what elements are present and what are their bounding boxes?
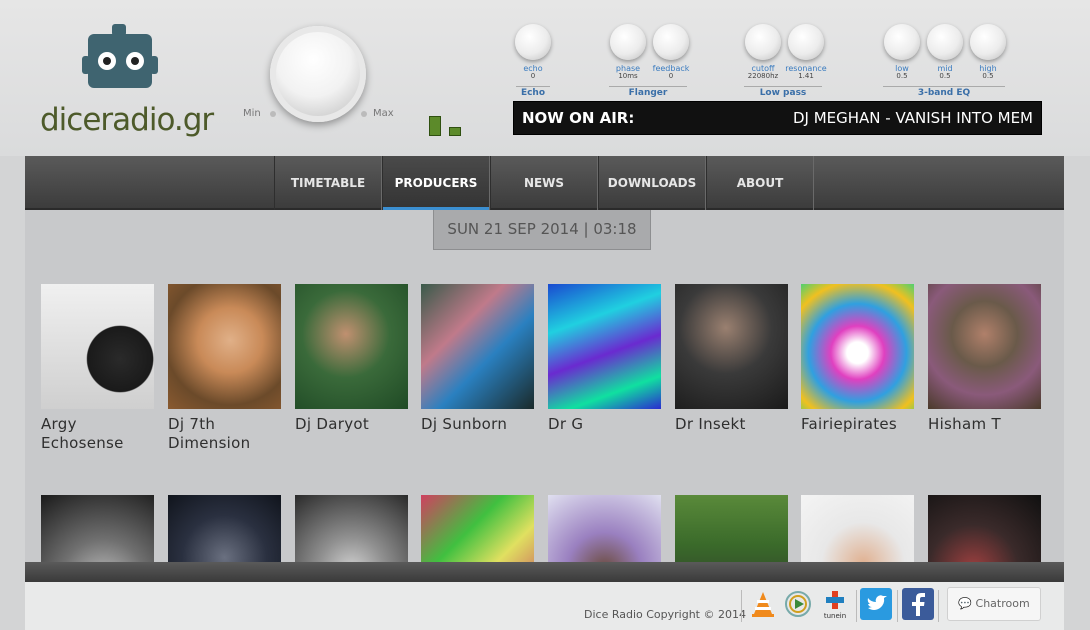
chat-bubble-icon: 💬 (958, 597, 973, 610)
lowpass-effect: cutoff 22080hz resonance 1.41 Low pass (738, 24, 838, 98)
chatroom-button[interactable]: 💬 Chatroom (947, 587, 1041, 621)
now-on-air-track: DJ MEGHAN - VANISH INTO MEM (792, 109, 1033, 127)
nav-timetable[interactable]: TIMETABLE (274, 156, 382, 210)
resonance-knob[interactable] (788, 24, 824, 60)
producer-card[interactable] (421, 495, 534, 562)
producer-photo[interactable] (928, 284, 1041, 409)
high-knob[interactable] (970, 24, 1006, 60)
header: diceradio.gr Min Max echo 0 Echo phase 1… (0, 0, 1090, 156)
eq-title: 3-band EQ (883, 86, 1005, 98)
producer-card[interactable]: Argy Echosense (41, 284, 154, 453)
producer-photo[interactable] (41, 495, 154, 562)
nav-producers[interactable]: PRODUCERS (382, 156, 490, 210)
nav-downloads[interactable]: DOWNLOADS (598, 156, 706, 210)
producer-photo[interactable] (295, 284, 408, 409)
mid-knob[interactable] (927, 24, 963, 60)
producer-card[interactable] (548, 495, 661, 562)
producer-name[interactable]: Hisham T (928, 415, 1041, 434)
producer-card[interactable]: Dr Insekt (675, 284, 788, 434)
nav-news[interactable]: NEWS (490, 156, 598, 210)
producer-card[interactable] (41, 495, 154, 562)
tunein-icon[interactable]: tunein (819, 588, 851, 620)
producer-card[interactable]: Dj Sunborn (421, 284, 534, 434)
now-on-air-label: NOW ON AIR: (522, 109, 635, 127)
volume-control: Min Max (240, 22, 400, 132)
producer-card[interactable] (801, 495, 914, 562)
producer-name[interactable]: Dj 7th Dimension (168, 415, 281, 453)
facebook-icon[interactable] (902, 588, 934, 620)
level-meter-icon (429, 114, 465, 136)
volume-max-label: Max (373, 108, 394, 119)
site-logo[interactable]: diceradio.gr (40, 24, 220, 142)
flanger-title: Flanger (609, 86, 687, 98)
echo-effect: echo 0 Echo (508, 24, 558, 98)
producer-photo[interactable] (801, 284, 914, 409)
producer-photo[interactable] (801, 495, 914, 562)
vlc-icon[interactable] (747, 588, 779, 620)
producer-card[interactable]: Hisham T (928, 284, 1041, 434)
producer-photo[interactable] (295, 495, 408, 562)
cutoff-knob[interactable] (745, 24, 781, 60)
producer-photo[interactable] (168, 495, 281, 562)
producer-card[interactable] (928, 495, 1041, 562)
flanger-effect: phase 10ms feedback 0 Flanger (603, 24, 703, 98)
low-knob[interactable] (884, 24, 920, 60)
chatroom-label: Chatroom (975, 597, 1030, 610)
producer-photo[interactable] (928, 495, 1041, 562)
eq-effect: low 0.5 mid 0.5 high 0.5 3-band EQ (877, 24, 1017, 98)
producer-card[interactable]: Fairiepirates (801, 284, 914, 434)
producer-photo[interactable] (548, 284, 661, 409)
producer-photo[interactable] (41, 284, 154, 409)
volume-knob[interactable] (270, 26, 366, 122)
producers-content: SUN 21 SEP 2014 | 03:18 Argy Echosense D… (25, 210, 1064, 562)
date-display: SUN 21 SEP 2014 | 03:18 (433, 210, 651, 250)
now-on-air-bar: NOW ON AIR: DJ MEGHAN - VANISH INTO MEM (513, 101, 1042, 135)
twitter-icon[interactable] (860, 588, 892, 620)
volume-min-label: Min (243, 108, 261, 119)
producer-name[interactable]: Dj Daryot (295, 415, 408, 434)
echo-title: Echo (516, 86, 550, 98)
svg-text:tunein: tunein (824, 612, 846, 620)
lowpass-title: Low pass (744, 86, 822, 98)
logo-text: diceradio.gr (40, 102, 214, 138)
producer-name[interactable]: Dr G (548, 415, 661, 434)
phase-knob[interactable] (610, 24, 646, 60)
echo-knob[interactable] (515, 24, 551, 60)
producer-card[interactable] (675, 495, 788, 562)
producer-name[interactable]: Dr Insekt (675, 415, 788, 434)
producer-card[interactable]: Dr G (548, 284, 661, 434)
producer-photo[interactable] (675, 284, 788, 409)
producer-photo[interactable] (421, 495, 534, 562)
producer-photo[interactable] (421, 284, 534, 409)
producer-card[interactable]: Dj Daryot (295, 284, 408, 434)
nav-about[interactable]: ABOUT (706, 156, 814, 210)
producer-name[interactable]: Fairiepirates (801, 415, 914, 434)
producer-name[interactable]: Argy Echosense (41, 415, 154, 453)
main-nav: TIMETABLE PRODUCERS NEWS DOWNLOADS ABOUT (25, 156, 1064, 210)
producer-card[interactable]: Dj 7th Dimension (168, 284, 281, 453)
producer-photo[interactable] (675, 495, 788, 562)
producer-name[interactable]: Dj Sunborn (421, 415, 534, 434)
producer-photo[interactable] (168, 284, 281, 409)
content-bottom-bar (25, 562, 1064, 582)
media-player-icon[interactable] (782, 588, 814, 620)
producer-photo[interactable] (548, 495, 661, 562)
feedback-knob[interactable] (653, 24, 689, 60)
producer-card[interactable] (168, 495, 281, 562)
footer: Dice Radio Copyright © 2014 tunein 💬 Cha… (25, 582, 1064, 630)
copyright-text: Dice Radio Copyright © 2014 (584, 608, 746, 621)
producer-card[interactable] (295, 495, 408, 562)
